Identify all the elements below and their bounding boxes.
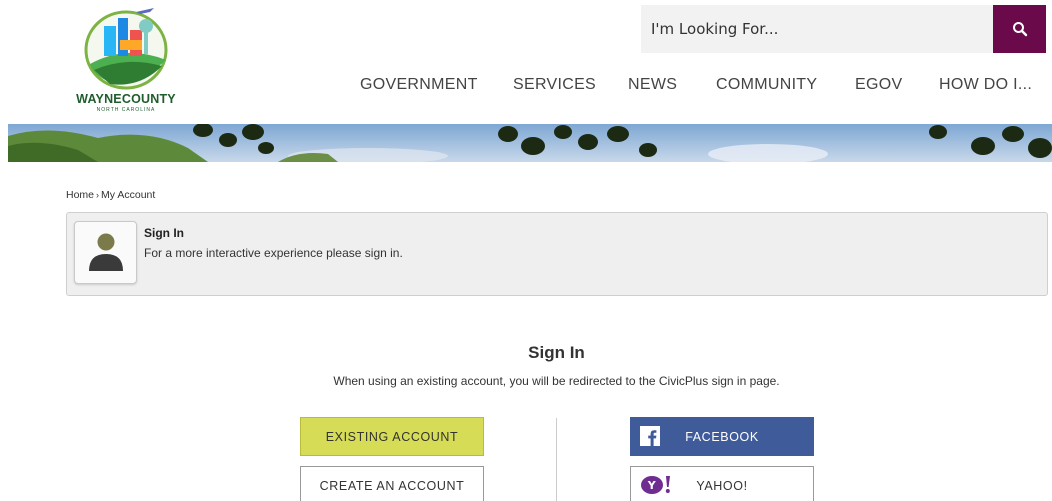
search-button[interactable] [993, 5, 1046, 53]
facebook-label: FACEBOOK [685, 429, 759, 444]
breadcrumb-current: My Account [101, 189, 156, 201]
existing-account-button[interactable]: EXISTING ACCOUNT [300, 417, 484, 456]
signin-heading: Sign In [528, 343, 585, 362]
facebook-icon [640, 426, 660, 446]
create-account-button[interactable]: CREATE AN ACCOUNT [300, 466, 484, 501]
breadcrumb-home-link[interactable]: Home [66, 189, 94, 201]
breadcrumb-separator: › [96, 190, 100, 200]
avatar [74, 221, 137, 284]
nav-item-government[interactable]: GOVERNMENT [360, 76, 478, 94]
nav-item-how-do-i[interactable]: HOW DO I... [939, 76, 1032, 94]
svg-text:Y: Y [647, 479, 657, 492]
sky-foliage-banner-icon [8, 124, 1052, 162]
breadcrumb: Home › My Account [66, 189, 155, 201]
nav-item-egov[interactable]: EGOV [855, 76, 902, 94]
facebook-signin-button[interactable]: FACEBOOK [630, 417, 814, 456]
main-nav: GOVERNMENT SERVICES NEWS COMMUNITY EGOV … [0, 76, 1052, 96]
user-icon [89, 233, 123, 271]
county-logo[interactable]: WAYNECOUNTY NORTH CAROLINA [70, 4, 182, 114]
create-account-label: CREATE AN ACCOUNT [319, 478, 465, 493]
county-logo-subtitle: NORTH CAROLINA [96, 107, 156, 113]
yahoo-icon: Y [641, 476, 670, 494]
nav-item-services[interactable]: SERVICES [513, 76, 596, 94]
nav-item-news[interactable]: NEWS [628, 76, 677, 94]
signin-description: When using an existing account, you will… [333, 374, 780, 388]
yahoo-signin-button[interactable]: Y YAHOO! [630, 466, 814, 501]
signin-info-box: Sign In For a more interactive experienc… [66, 212, 1048, 296]
info-box-text: For a more interactive experience please… [144, 246, 403, 260]
search-bar [641, 5, 1046, 53]
info-box-title: Sign In [144, 226, 184, 240]
signin-divider [556, 418, 557, 501]
yahoo-label: YAHOO! [696, 478, 748, 493]
existing-account-label: EXISTING ACCOUNT [325, 429, 459, 444]
nav-item-community[interactable]: COMMUNITY [716, 76, 817, 94]
header-banner-image [8, 124, 1052, 162]
search-icon [1012, 22, 1027, 37]
search-input[interactable] [641, 5, 993, 53]
